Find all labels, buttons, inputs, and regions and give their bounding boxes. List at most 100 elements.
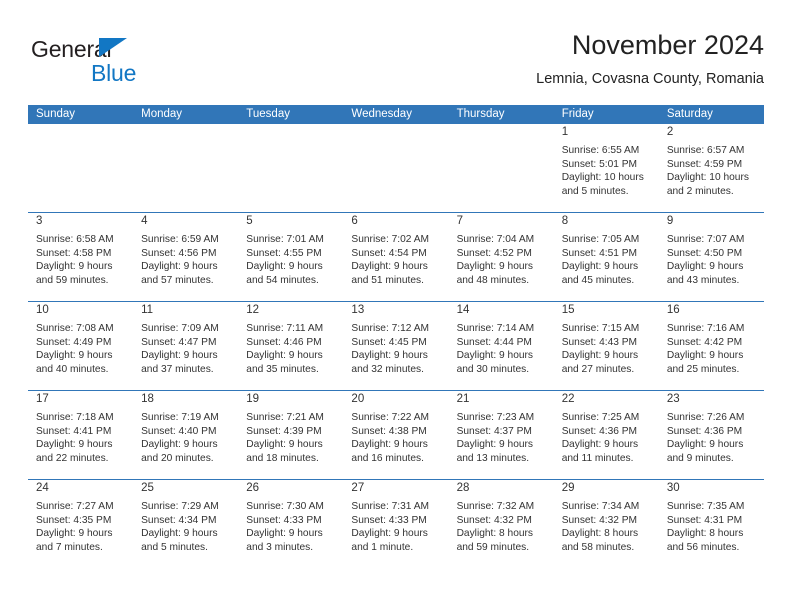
day-cell[interactable]: 8 Sunrise: 7:05 AM Sunset: 4:51 PM Daylight… [553,213,659,301]
daylight-text-line1: Daylight: 9 hours [351,261,428,273]
sunset-text: Sunset: 4:47 PM [141,336,217,348]
daylight-text-line2: and 2 minutes. [666,185,734,197]
day-cell[interactable]: 29 Sunrise: 7:34 AM Sunset: 4:32 PM Dayligh… [553,480,659,568]
day-info: Sunrise: 6:58 AM Sunset: 4:58 PM Daylight:… [28,230,133,287]
day-cell[interactable]: 5 Sunrise: 7:01 AM Sunset: 4:55 PM Daylight… [238,213,344,301]
day-cell[interactable]: 1 Sunrise: 6:55 AM Sunset: 5:01 PM Daylight… [553,124,659,212]
daylight-text-line1: Daylight: 9 hours [36,350,113,362]
day-cell[interactable]: 19 Sunrise: 7:21 AM Sunset: 4:39 PM Dayligh… [238,391,344,479]
day-info: Sunrise: 7:07 AM Sunset: 4:50 PM Daylight:… [659,230,764,287]
day-info: Sunrise: 7:19 AM Sunset: 4:40 PM Daylight:… [133,408,238,465]
daylight-text-line1: Daylight: 9 hours [141,439,218,451]
day-cell[interactable]: 12 Sunrise: 7:11 AM Sunset: 4:46 PM Dayligh… [238,302,344,390]
weeks-host: 1 Sunrise: 6:55 AM Sunset: 5:01 PM Daylight… [28,124,764,568]
daylight-text-line2: and 45 minutes. [561,274,635,286]
day-info: Sunrise: 7:12 AM Sunset: 4:45 PM Daylight:… [343,319,448,376]
calendar-grid: Sunday Monday Tuesday Wednesday Thursday… [28,105,764,568]
calendar-page: General Blue November 2024 Lemnia, Covas… [0,0,792,612]
daylight-text-line2: and 57 minutes. [141,274,214,286]
daylight-text-line1: Daylight: 9 hours [456,350,534,362]
daylight-text-line1: Daylight: 9 hours [141,350,218,362]
sunset-text: Sunset: 4:58 PM [36,247,112,259]
day-info: Sunrise: 7:23 AM Sunset: 4:37 PM Daylight:… [449,408,554,465]
day-number: 14 [456,304,470,316]
day-cell[interactable]: 6 Sunrise: 7:02 AM Sunset: 4:54 PM Daylight… [343,213,449,301]
masthead: General Blue November 2024 Lemnia, Covas… [28,28,764,98]
week-row: 17 Sunrise: 7:18 AM Sunset: 4:41 PM Dayligh… [28,390,764,479]
day-number: 9 [666,215,674,227]
day-cell[interactable]: 24 Sunrise: 7:27 AM Sunset: 4:35 PM Dayligh… [28,480,134,568]
logo-word-general: General [31,36,112,62]
day-cell[interactable]: 23 Sunrise: 7:26 AM Sunset: 4:36 PM Dayligh… [658,391,764,479]
sunrise-text: Sunrise: 7:18 AM [36,412,114,423]
day-cell[interactable]: 27 Sunrise: 7:31 AM Sunset: 4:33 PM Dayligh… [343,480,449,568]
day-cell[interactable]: 25 Sunrise: 7:29 AM Sunset: 4:34 PM Dayligh… [133,480,239,568]
day-cell[interactable]: 3 Sunrise: 6:58 AM Sunset: 4:58 PM Daylight… [28,213,134,301]
day-number: 28 [456,482,470,494]
sunset-text: Sunset: 5:01 PM [561,158,638,170]
day-number: 7 [456,215,463,227]
daylight-text-line2: and 16 minutes. [351,452,424,464]
day-number: 24 [36,482,49,494]
sunset-text: Sunset: 4:34 PM [141,514,217,526]
day-number: 25 [141,482,154,494]
weekday-header-saturday: Saturday [666,108,713,120]
day-cell[interactable]: 30 Sunrise: 7:35 AM Sunset: 4:31 PM Dayligh… [658,480,764,568]
daylight-text-line2: and 27 minutes. [561,363,635,375]
daylight-text-line1: Daylight: 9 hours [246,439,323,451]
sunset-text: Sunset: 4:32 PM [561,514,638,526]
weekday-header-sunday: Sunday [36,108,76,120]
sunset-text: Sunset: 4:43 PM [561,336,638,348]
sunrise-text: Sunrise: 7:07 AM [666,234,745,245]
sunrise-text: Sunrise: 7:25 AM [561,412,640,423]
logo-word-blue: Blue [91,60,137,86]
day-number: 16 [666,304,680,316]
general-blue-logo[interactable]: General Blue [31,36,231,94]
day-cell[interactable]: 26 Sunrise: 7:30 AM Sunset: 4:33 PM Dayligh… [238,480,344,568]
weekday-header-thursday: Thursday [456,108,505,120]
day-number: 10 [36,304,49,316]
sunrise-text: Sunrise: 7:04 AM [456,234,535,245]
day-cell[interactable]: 16 Sunrise: 7:16 AM Sunset: 4:42 PM Dayligh… [658,302,764,390]
daylight-text-line2: and 40 minutes. [36,363,109,375]
day-cell[interactable]: 18 Sunrise: 7:19 AM Sunset: 4:40 PM Dayligh… [133,391,239,479]
sunset-text: Sunset: 4:33 PM [351,514,427,526]
daylight-text-line2: and 56 minutes. [666,541,740,553]
day-info: Sunrise: 7:14 AM Sunset: 4:44 PM Daylight:… [449,319,554,376]
day-cell[interactable]: 2 Sunrise: 6:57 AM Sunset: 4:59 PM Daylight… [658,124,764,212]
day-cell[interactable]: 13 Sunrise: 7:12 AM Sunset: 4:45 PM Dayligh… [343,302,449,390]
day-number: 19 [246,393,260,405]
day-cell[interactable]: 22 Sunrise: 7:25 AM Sunset: 4:36 PM Dayligh… [553,391,659,479]
daylight-text-line2: and 22 minutes. [36,452,109,464]
day-cell[interactable]: 9 Sunrise: 7:07 AM Sunset: 4:50 PM Daylight… [658,213,764,301]
daylight-text-line2: and 20 minutes. [141,452,214,464]
day-info: Sunrise: 6:59 AM Sunset: 4:56 PM Daylight:… [133,230,238,287]
day-cell[interactable]: 4 Sunrise: 6:59 AM Sunset: 4:56 PM Daylight… [133,213,239,301]
sunset-text: Sunset: 4:41 PM [36,425,112,437]
day-cell[interactable]: 20 Sunrise: 7:22 AM Sunset: 4:38 PM Dayligh… [343,391,449,479]
week-days: 10 Sunrise: 7:08 AM Sunset: 4:49 PM Dayligh… [28,302,764,390]
daylight-text-line2: and 32 minutes. [351,363,424,375]
page-subtitle: Lemnia, Covasna County, Romania [536,71,764,87]
day-number: 3 [36,215,43,227]
day-number: 12 [246,304,260,316]
day-cell[interactable]: 17 Sunrise: 7:18 AM Sunset: 4:41 PM Dayligh… [28,391,134,479]
day-cell[interactable]: 15 Sunrise: 7:15 AM Sunset: 4:43 PM Dayligh… [553,302,659,390]
daylight-text-line2: and 54 minutes. [246,274,319,286]
day-cell[interactable]: 7 Sunrise: 7:04 AM Sunset: 4:52 PM Daylight… [448,213,554,301]
day-info: Sunrise: 7:27 AM Sunset: 4:35 PM Daylight:… [28,497,133,554]
day-cell[interactable]: 10 Sunrise: 7:08 AM Sunset: 4:49 PM Dayligh… [28,302,134,390]
day-info: Sunrise: 7:16 AM Sunset: 4:42 PM Daylight:… [659,319,764,376]
sunset-text: Sunset: 4:59 PM [666,158,743,170]
day-number: 6 [351,215,358,227]
day-cell[interactable]: 21 Sunrise: 7:23 AM Sunset: 4:37 PM Dayligh… [448,391,554,479]
day-cell-empty [238,124,344,212]
sunrise-text: Sunrise: 6:59 AM [141,234,219,245]
day-cell[interactable]: 11 Sunrise: 7:09 AM Sunset: 4:47 PM Dayligh… [133,302,239,390]
day-number: 22 [561,393,575,405]
day-cell[interactable]: 14 Sunrise: 7:14 AM Sunset: 4:44 PM Dayligh… [448,302,554,390]
week-days: 17 Sunrise: 7:18 AM Sunset: 4:41 PM Dayligh… [28,391,764,479]
daylight-text-line2: and 48 minutes. [456,274,530,286]
day-cell[interactable]: 28 Sunrise: 7:32 AM Sunset: 4:32 PM Dayligh… [448,480,554,568]
sunrise-text: Sunrise: 7:11 AM [246,323,324,334]
